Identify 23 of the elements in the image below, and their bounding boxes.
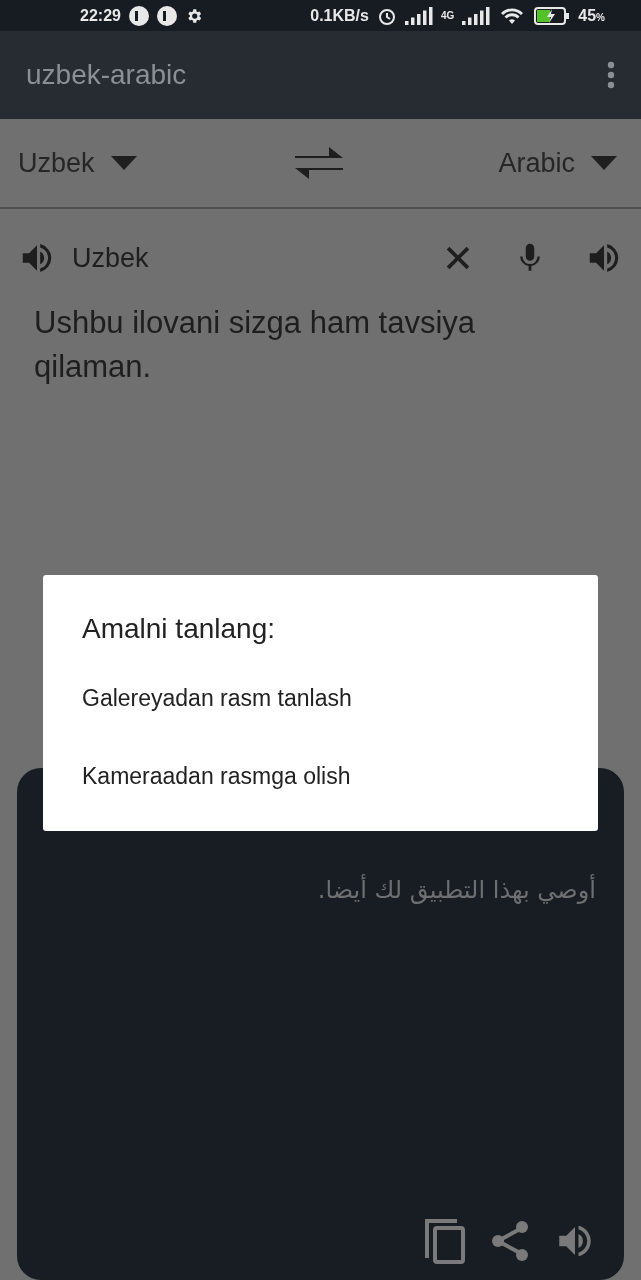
network-speed: 0.1KB/s — [310, 6, 369, 25]
network-type: 4G — [440, 10, 455, 22]
clock-time: 22:29 — [80, 6, 121, 25]
dialog-option[interactable]: Kameraadan rasmga olish — [43, 737, 598, 815]
caret-icon — [589, 155, 619, 172]
dialog-title: Amalni tanlang: — [82, 613, 276, 645]
signal-icon — [462, 6, 491, 25]
battery-percentage: 45% — [578, 6, 605, 25]
caret-icon — [108, 155, 139, 172]
app-title: uzbek-arabic — [26, 59, 187, 92]
signal-icon — [404, 6, 433, 25]
target-language-dropdown[interactable]: Arabic — [498, 147, 619, 179]
more-options-icon[interactable] — [607, 61, 615, 90]
input-text[interactable]: Ushbu ilovani sizga ham tavsiya qilaman. — [34, 301, 534, 390]
battery-icon — [534, 6, 571, 25]
input-language-label: Uzbek — [72, 242, 150, 274]
dialog-option[interactable]: Galereyadan rasm tanlash — [43, 659, 598, 737]
source-language-dropdown[interactable]: Uzbek — [18, 147, 139, 179]
translated-text: أوصي بهذا التطبيق لك أيضا. — [316, 876, 596, 905]
share-icon[interactable] — [490, 1220, 530, 1262]
copy-icon[interactable] — [424, 1218, 466, 1264]
app-notification-icon — [156, 5, 177, 26]
app-notification-icon — [128, 5, 149, 26]
